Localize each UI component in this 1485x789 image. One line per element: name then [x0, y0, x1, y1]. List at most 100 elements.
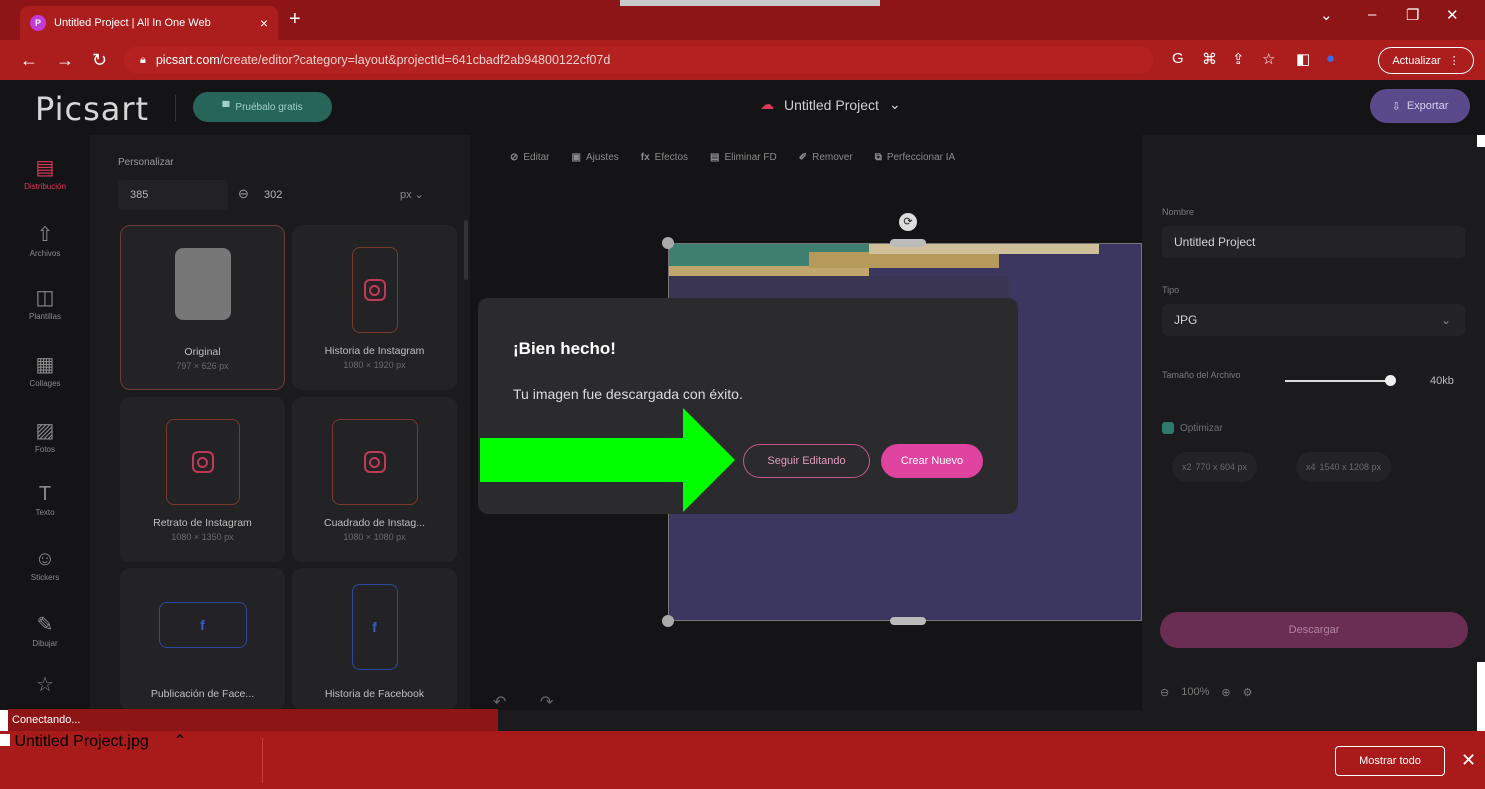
facebook-icon: f [351, 584, 398, 670]
picsart-logo[interactable]: Picsart [35, 90, 149, 128]
url-path: /create/editor?category=layout&projectId… [219, 53, 611, 67]
layout-card-ig-story[interactable]: Historia de Instagram 1080 × 1920 px [292, 225, 457, 390]
zoom-controls: ⊖ 100% ⊕ ⚙ [1150, 672, 1315, 712]
card-name: Original [184, 346, 221, 358]
export-icon: ⇩ [1391, 100, 1401, 113]
project-name-dropdown[interactable]: ☁ Untitled Project ⌄ [760, 96, 901, 113]
rail-item-distribucion[interactable]: ▤ Distribución [0, 155, 90, 191]
rail-item-dibujar[interactable]: ✎ Dibujar [0, 612, 90, 648]
unit-select[interactable]: px ⌄ [400, 188, 424, 201]
tool-perfeccionar[interactable]: ⧉ Perfeccionar IA [875, 152, 956, 163]
lock-icon: 🔒︎ [140, 53, 146, 66]
type-select[interactable]: JPG ⌄ [1162, 304, 1465, 336]
instagram-icon [165, 419, 240, 505]
download-file-name: Untitled Project.jpg [14, 733, 149, 750]
type-value: JPG [1174, 313, 1198, 327]
resize-handle-top[interactable] [890, 239, 926, 247]
forward-icon[interactable]: → [56, 50, 74, 71]
layout-card-ig-portrait[interactable]: Retrato de Instagram 1080 × 1350 px [120, 397, 285, 562]
name-input[interactable]: Untitled Project [1162, 226, 1465, 258]
download-button[interactable]: Descargar [1160, 612, 1468, 648]
rail-label: Archivos [29, 249, 61, 258]
show-all-button[interactable]: Mostrar todo [1335, 746, 1445, 776]
width-input[interactable]: 385 [118, 180, 228, 210]
tab-close-icon[interactable]: × [260, 15, 268, 31]
back-icon[interactable]: ← [20, 50, 38, 71]
resize-handle-bottom[interactable] [890, 617, 926, 625]
create-new-button[interactable]: Crear Nuevo [881, 444, 983, 478]
maximize-icon[interactable]: ❐ [1406, 6, 1419, 24]
resize-handle-bl[interactable] [662, 615, 674, 627]
tool-eliminar-fd[interactable]: ▤ Eliminar FD [710, 152, 777, 163]
unit-value: px [400, 189, 412, 201]
optimize-toggle[interactable]: Optimizar [1162, 422, 1223, 434]
new-tab-button[interactable]: + [289, 8, 301, 31]
lock-ratio-icon[interactable]: ⊖ [238, 186, 249, 202]
kebab-menu-icon: ⋮ [1448, 55, 1460, 67]
layout-card-fb-story[interactable]: f Historia de Facebook [292, 568, 457, 710]
update-button[interactable]: Actualizar ⋮ [1378, 47, 1474, 74]
chevron-up-icon[interactable]: ⌃ [173, 733, 186, 750]
layout-icon: ▤ [35, 157, 55, 179]
browser-tab[interactable]: P Untitled Project | All In One Web × [20, 6, 278, 40]
trial-button[interactable]: ▀ Pruébalo gratis [193, 92, 332, 122]
rail-item-plantillas[interactable]: ◫ Plantillas [0, 285, 90, 321]
translate-icon[interactable]: ⌘ [1202, 50, 1217, 68]
layout-card-fb-post[interactable]: f Publicación de Face... [120, 568, 285, 710]
download-item[interactable]: Untitled Project.jpg ⌃ [0, 731, 187, 751]
brush-icon: ✎ [36, 614, 54, 636]
minimize-icon[interactable]: – [1368, 6, 1376, 23]
rotate-handle-icon[interactable]: ⟳ [899, 213, 917, 231]
adjust-icon: ▣ [571, 152, 581, 163]
window-close-icon[interactable]: ✕ [1446, 6, 1459, 24]
x4-badge: x4 [1306, 462, 1316, 472]
reload-icon[interactable]: ↻ [92, 50, 107, 71]
layout-card-ig-square[interactable]: Cuadrado de Instag... 1080 × 1080 px [292, 397, 457, 562]
rail-item-stickers[interactable]: ☺ Stickers [0, 548, 90, 582]
layout-card-original[interactable]: Original 797 × 626 px [120, 225, 285, 390]
quality-slider-track[interactable] [1285, 380, 1389, 382]
rail-item-texto[interactable]: T Texto [0, 483, 90, 517]
bookmark-star-icon[interactable]: ☆ [1262, 50, 1275, 68]
redo-icon[interactable]: ↷ [540, 692, 553, 712]
original-thumbnail [174, 248, 231, 320]
card-name: Publicación de Face... [150, 688, 255, 700]
update-label: Actualizar [1392, 54, 1441, 67]
chevron-down-icon: ⌄ [1440, 313, 1451, 327]
tool-ajustes[interactable]: ▣ Ajustes [572, 152, 619, 163]
sidepanel-icon[interactable]: ◧ [1296, 50, 1310, 68]
zoom-out-icon[interactable]: ⊖ [1160, 686, 1169, 699]
tool-editar[interactable]: ⊘ Editar [510, 152, 550, 163]
type-label: Tipo [1162, 285, 1180, 295]
file-size-value: 40kb [1430, 375, 1454, 387]
export-button[interactable]: ⇩ Exportar [1370, 89, 1470, 123]
size-chip-x2[interactable]: x2 770 x 604 px [1172, 452, 1258, 482]
quality-slider-knob[interactable] [1385, 375, 1396, 386]
rail-item-archivos[interactable]: ⇧ Archivos [0, 222, 90, 258]
resize-handle-tl[interactable] [662, 237, 674, 249]
close-shelf-icon[interactable]: ✕ [1461, 750, 1476, 771]
keep-editing-button[interactable]: Seguir Editando [743, 444, 870, 478]
remove-bg-icon: ▤ [710, 152, 720, 163]
templates-icon: ◫ [35, 287, 55, 309]
rail-item-collages[interactable]: ▦ Collages [0, 352, 90, 388]
card-size: 1080 × 1920 px [343, 360, 406, 370]
profile-icon[interactable]: ● [1326, 50, 1335, 67]
google-icon[interactable]: G [1172, 50, 1184, 67]
tab-search-icon[interactable]: ⌄ [1320, 6, 1333, 24]
settings-icon[interactable]: ⚙ [1243, 686, 1253, 699]
size-chip-x4[interactable]: x4 1540 x 1208 px [1296, 452, 1392, 482]
modal-title: ¡Bien hecho! [513, 339, 616, 358]
edit-toolbar: ⊘ Editar ▣ Ajustes fx Efectos ▤ Eliminar FD … [510, 152, 955, 163]
rail-item-star[interactable]: ☆ [0, 672, 90, 697]
share-icon[interactable]: ⇪ [1232, 50, 1245, 68]
height-input[interactable]: 302 [252, 180, 372, 210]
panel-scrollbar[interactable] [464, 220, 468, 280]
tool-remover[interactable]: ✐ Remover [799, 152, 853, 163]
rail-item-fotos[interactable]: ▨ Fotos [0, 418, 90, 454]
zoom-level[interactable]: 100% [1181, 686, 1209, 698]
zoom-in-icon[interactable]: ⊕ [1221, 686, 1230, 699]
rail-label: Texto [35, 508, 55, 517]
tool-efectos[interactable]: fx Efectos [641, 152, 688, 163]
url-bar[interactable]: 🔒︎ picsart.com /create/editor?category=l… [124, 46, 1154, 74]
